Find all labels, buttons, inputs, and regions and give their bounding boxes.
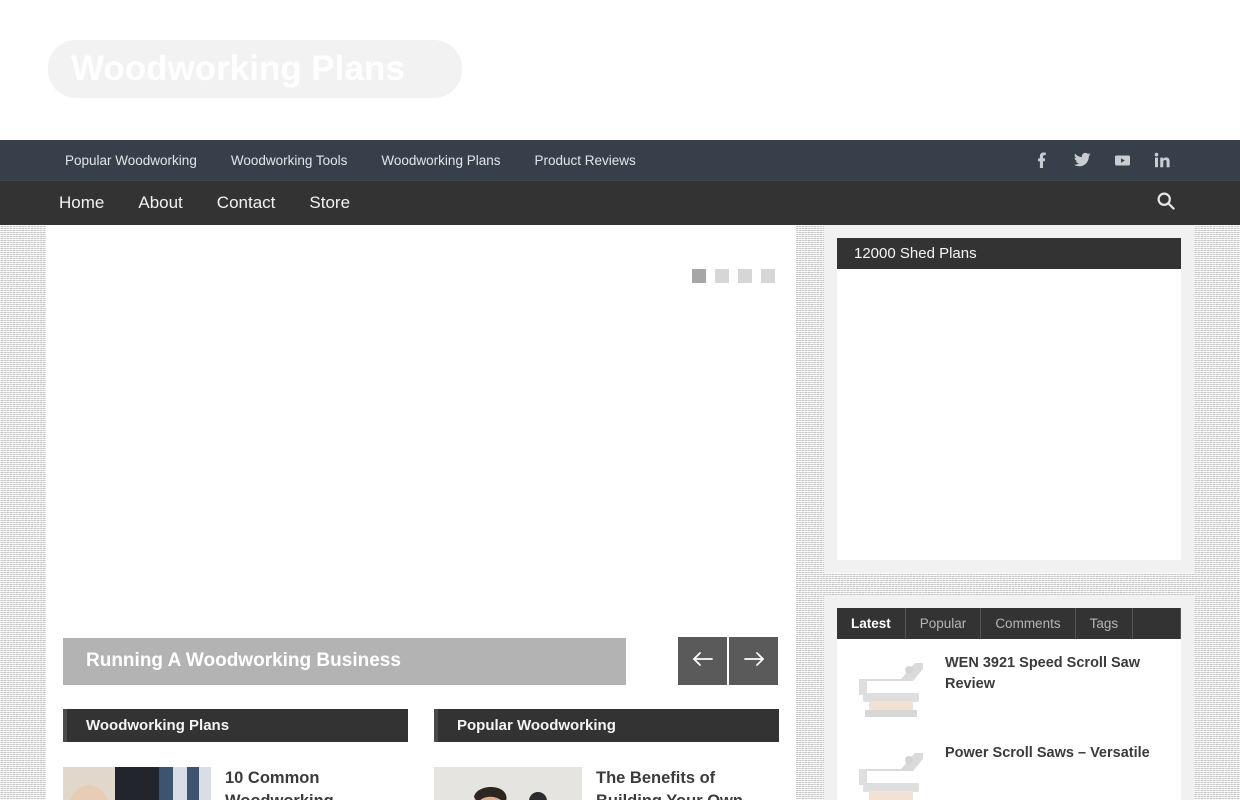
slider-arrows [678, 637, 778, 685]
nav-item-about[interactable]: About [121, 193, 199, 213]
search-icon [1155, 190, 1177, 217]
featured-slider [46, 225, 796, 629]
category-heading-text: Popular Woodworking [457, 717, 616, 734]
category-block-popular-woodworking: Popular Woodworking The Benefits of [434, 709, 779, 800]
primary-navigation: Home About Contact Store [0, 180, 1240, 225]
arrow-right-icon [741, 649, 767, 674]
tab-popular[interactable]: Popular [906, 608, 982, 639]
article-title: 10 Common Woodworking Mistakes and How t… [225, 769, 334, 800]
nav-item-contact[interactable]: Contact [200, 193, 293, 213]
tab-panel-latest: WEN 3921 Speed Scroll Saw Review Power S… [837, 639, 1181, 800]
category-blocks: Woodworking Plans 10 Common Popular Wood… [46, 709, 796, 800]
slider-dot-3[interactable] [738, 269, 752, 283]
nav-item-product-reviews[interactable]: Product Reviews [517, 153, 652, 168]
scroll-saw-icon [859, 663, 923, 717]
slider-dot-2[interactable] [715, 269, 729, 283]
secondary-nav-links: Popular Woodworking Woodworking Tools Wo… [60, 153, 653, 168]
youtube-link[interactable] [1102, 140, 1142, 180]
article-thumbnail [63, 767, 211, 800]
slider-pagination [692, 269, 775, 283]
nav-item-popular-woodworking[interactable]: Popular Woodworking [60, 153, 214, 168]
post-thumbnail [853, 743, 929, 800]
category-heading-text: Woodworking Plans [86, 717, 230, 734]
widget-header: 12000 Shed Plans [837, 238, 1181, 269]
tab-comments[interactable]: Comments [981, 608, 1076, 639]
facebook-icon [1034, 152, 1050, 168]
main-content: Running A Woodworking Business Woodworki… [46, 225, 796, 800]
linkedin-link[interactable] [1142, 140, 1182, 180]
tab-filler [1133, 608, 1181, 639]
nav-item-store[interactable]: Store [292, 193, 367, 213]
widget-body-advertisement[interactable] [837, 269, 1181, 560]
widget-shed-plans: 12000 Shed Plans [824, 225, 1194, 573]
slider-prev-button[interactable] [678, 637, 727, 685]
widget-inner: 12000 Shed Plans [837, 238, 1181, 560]
twitter-link[interactable] [1062, 140, 1102, 180]
twitter-icon [1073, 152, 1091, 168]
youtube-icon [1114, 152, 1131, 168]
article-title: The Benefits of Building Your Own Wood F… [596, 769, 743, 800]
site-logo-text: Woodworking Plans [71, 49, 405, 88]
category-heading-woodworking-plans: Woodworking Plans [63, 709, 408, 742]
facebook-link[interactable] [1022, 140, 1062, 180]
nav-item-woodworking-plans[interactable]: Woodworking Plans [364, 153, 517, 168]
primary-nav-links: Home About Contact Store [48, 193, 367, 213]
secondary-navigation: Popular Woodworking Woodworking Tools Wo… [0, 140, 1240, 180]
slide-caption[interactable]: Running A Woodworking Business [63, 637, 626, 685]
tab-tags[interactable]: Tags [1076, 608, 1134, 639]
page-wrapper: Running A Woodworking Business Woodworki… [0, 225, 1240, 800]
slider-dot-4[interactable] [761, 269, 775, 283]
list-item[interactable]: Power Scroll Saws – Versatile [853, 743, 1165, 800]
widget-title: 12000 Shed Plans [854, 245, 977, 262]
slider-dot-1[interactable] [692, 269, 706, 283]
post-title: WEN 3921 Speed Scroll Saw Review [945, 655, 1141, 693]
article-thumbnail [434, 767, 582, 800]
list-item[interactable]: WEN 3921 Speed Scroll Saw Review [853, 653, 1165, 723]
slider-controls: Running A Woodworking Business [46, 630, 796, 692]
scroll-saw-icon [859, 753, 923, 800]
category-heading-popular-woodworking: Popular Woodworking [434, 709, 779, 742]
widget-post-tabs: Latest Popular Comments Tags WEN 3921 Sp… [824, 595, 1194, 800]
nav-item-home[interactable]: Home [48, 193, 121, 213]
slider-next-button[interactable] [729, 637, 778, 685]
linkedin-icon [1154, 152, 1170, 168]
post-thumbnail [853, 653, 929, 723]
sidebar: 12000 Shed Plans Latest Popular Comments… [824, 225, 1194, 800]
nav-item-woodworking-tools[interactable]: Woodworking Tools [214, 153, 365, 168]
post-title: Power Scroll Saws – Versatile [945, 745, 1150, 761]
social-links [1022, 140, 1182, 180]
article-card[interactable]: The Benefits of Building Your Own Wood F… [434, 767, 779, 800]
site-logo[interactable]: Woodworking Plans [48, 40, 462, 98]
search-button[interactable] [1143, 181, 1188, 226]
arrow-left-icon [690, 649, 716, 674]
category-block-woodworking-plans: Woodworking Plans 10 Common [63, 709, 408, 800]
tab-latest[interactable]: Latest [837, 608, 906, 639]
article-card[interactable]: 10 Common Woodworking Mistakes and How t… [63, 767, 408, 800]
tab-list: Latest Popular Comments Tags [837, 608, 1181, 639]
site-header: Woodworking Plans [0, 0, 1240, 140]
slide-caption-text: Running A Woodworking Business [86, 650, 401, 671]
